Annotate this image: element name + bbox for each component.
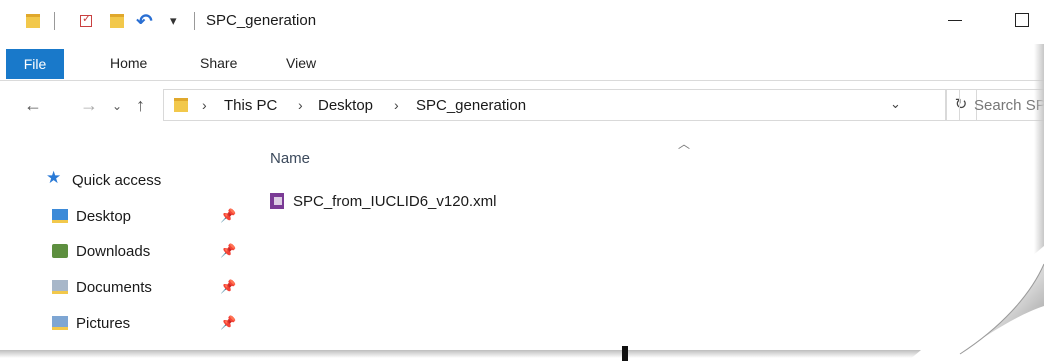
undo-icon[interactable]: ↶	[136, 10, 153, 33]
pin-icon[interactable]: 📌	[220, 279, 236, 295]
breadcrumb-chevron-icon[interactable]: ›	[298, 97, 303, 113]
nav-item-label: Downloads	[76, 242, 151, 260]
pictures-folder-icon	[52, 316, 68, 330]
window-title: SPC_generation	[206, 12, 317, 29]
page-curl-decoration	[908, 246, 1044, 361]
title-separator	[194, 12, 195, 30]
pin-icon[interactable]: 📌	[220, 208, 236, 224]
minimize-button[interactable]	[948, 20, 962, 21]
folder-icon[interactable]	[26, 10, 40, 32]
maximize-button[interactable]	[1015, 13, 1029, 27]
navigation-pane: ★ Quick access Desktop 📌 Downloads 📌 Doc…	[0, 131, 244, 361]
customize-toolbar-dropdown-icon[interactable]: ▾	[170, 10, 177, 32]
search-box[interactable]: Search SP	[959, 89, 1044, 121]
tab-view[interactable]: View	[286, 52, 316, 74]
breadcrumb-chevron-icon[interactable]: ›	[202, 97, 207, 113]
nav-item-label: Desktop	[76, 207, 132, 225]
quick-access-separator	[54, 12, 55, 30]
title-bar: ↶ ▾ SPC_generation	[0, 0, 1044, 44]
pin-icon[interactable]: 📌	[220, 243, 236, 259]
column-header-name[interactable]: Name	[270, 150, 310, 167]
back-arrow-icon[interactable]: ←	[24, 95, 42, 116]
folder-icon	[174, 98, 188, 112]
background-bar	[622, 346, 628, 361]
new-folder-icon[interactable]	[110, 10, 124, 32]
navigation-bar: ← → ⌄ ↑ › This PC › Desktop › SPC_genera…	[0, 81, 1044, 131]
tab-file[interactable]: File	[6, 49, 64, 79]
xml-file-icon	[270, 193, 284, 209]
file-name: SPC_from_IUCLID6_v120.xml	[293, 192, 497, 210]
star-icon: ★	[46, 168, 62, 187]
up-arrow-icon[interactable]: ↑	[136, 95, 145, 116]
breadcrumb-this-pc[interactable]: This PC	[224, 97, 277, 114]
nav-quick-access[interactable]: Quick access	[72, 168, 161, 192]
file-row[interactable]: SPC_from_IUCLID6_v120.xml	[270, 189, 496, 213]
address-bar[interactable]: › This PC › Desktop › SPC_generation ⌄	[163, 89, 947, 121]
nav-item-documents[interactable]: Documents	[52, 275, 152, 299]
ribbon-tabs: File Home Share View	[0, 46, 1044, 80]
downloads-folder-icon	[52, 244, 68, 258]
nav-item-label: Pictures	[76, 314, 131, 332]
documents-folder-icon	[52, 280, 68, 294]
breadcrumb-spc-generation[interactable]: SPC_generation	[416, 97, 526, 114]
breadcrumb-desktop[interactable]: Desktop	[318, 97, 373, 114]
pin-icon[interactable]: 📌	[220, 315, 236, 331]
bottom-edge-shadow	[0, 350, 950, 358]
nav-item-label: Documents	[76, 278, 152, 296]
forward-arrow-icon[interactable]: →	[80, 95, 98, 116]
nav-item-downloads[interactable]: Downloads	[52, 239, 150, 263]
recent-locations-chevron-icon[interactable]: ⌄	[112, 99, 122, 113]
sort-ascending-icon: ︿	[678, 137, 691, 151]
nav-item-desktop[interactable]: Desktop	[52, 204, 131, 228]
breadcrumb-chevron-icon[interactable]: ›	[394, 97, 399, 113]
address-dropdown-icon[interactable]: ⌄	[890, 96, 901, 112]
desktop-folder-icon	[52, 209, 68, 223]
nav-quick-access-label: Quick access	[72, 171, 162, 189]
nav-item-pictures[interactable]: Pictures	[52, 311, 130, 335]
tab-share[interactable]: Share	[200, 52, 237, 74]
properties-icon[interactable]	[80, 10, 92, 32]
explorer-window: ↶ ▾ SPC_generation File Home Share View …	[0, 0, 1044, 361]
tab-home[interactable]: Home	[110, 52, 147, 74]
right-edge-shadow	[1034, 44, 1044, 274]
